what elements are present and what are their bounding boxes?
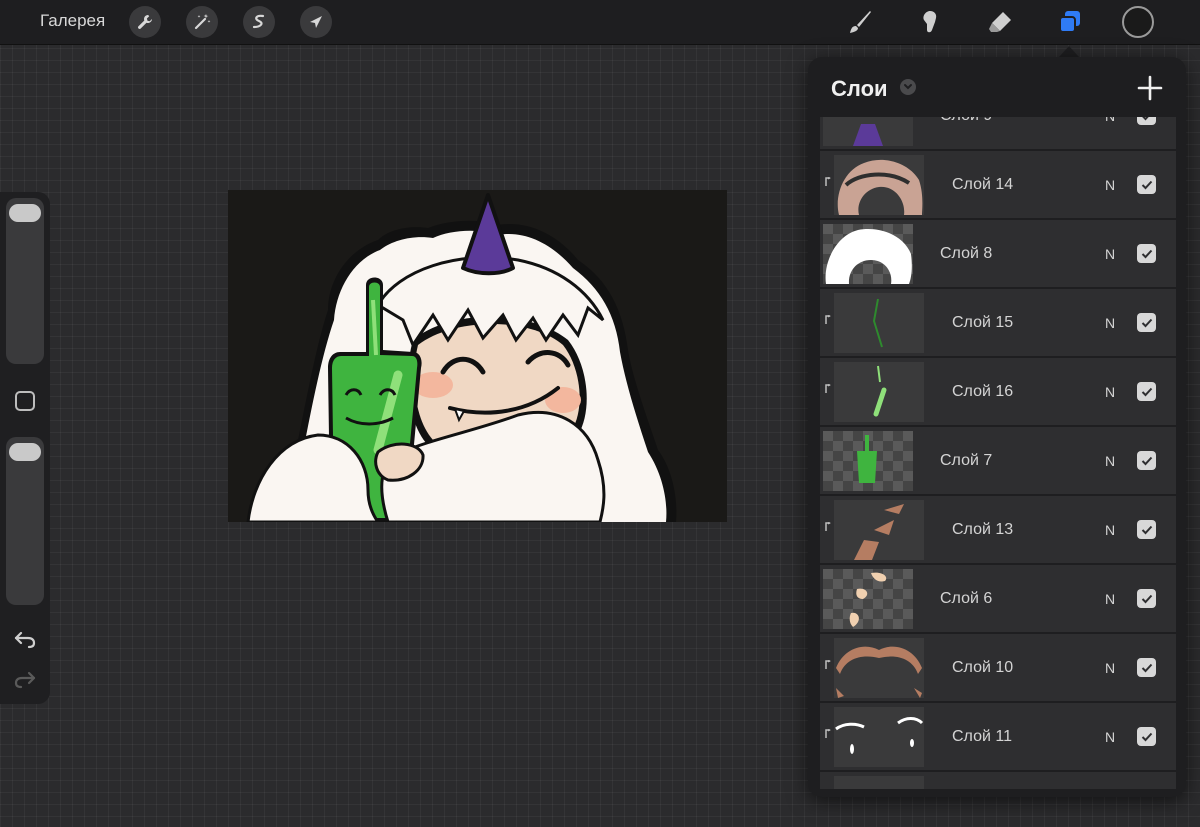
brush-size-slider[interactable] [6,198,44,364]
layer-row[interactable]: Слой 8 N [820,220,1176,288]
layer-blend-mode[interactable]: N [1105,522,1115,538]
layer-thumbnail [823,569,913,629]
brush-icon[interactable] [844,6,876,38]
layer-row[interactable]: Слой 11 N [820,703,1176,771]
smudge-icon[interactable] [914,6,946,38]
layer-visibility-checkbox[interactable] [1137,451,1156,470]
layer-row[interactable]: Слой 15 N [820,289,1176,357]
layers-panel: Слои Слой 9 N Слой 14 N [808,57,1186,797]
layer-name: Слой 13 [952,521,1014,538]
layer-row[interactable]: Слой 10 N [820,634,1176,702]
layer-thumbnail [834,155,924,215]
layers-panel-pointer [1059,46,1079,57]
layer-row[interactable]: Слой 14 N [820,151,1176,219]
wrench-icon[interactable] [129,6,161,38]
layer-visibility-checkbox[interactable] [1137,175,1156,194]
left-sidebar [0,192,50,704]
layer-blend-mode[interactable]: N [1105,315,1115,331]
undo-icon[interactable] [13,628,37,650]
plus-icon[interactable] [1137,75,1163,101]
layer-thumbnail [823,431,913,491]
layer-row[interactable]: Слой 6 N [820,565,1176,633]
layer-name: Слой 14 [952,176,1014,193]
layer-thumbnail [823,224,913,284]
top-toolbar: Галерея [0,0,1200,45]
layers-list[interactable]: Слой 9 N Слой 14 N Слой 8 N [820,117,1176,789]
clipping-mask-icon [825,660,831,669]
layer-visibility-checkbox[interactable] [1137,727,1156,746]
drawing-canvas[interactable] [228,190,727,522]
layer-thumbnail [834,293,924,353]
layer-thumbnail [834,776,924,789]
chevron-down-icon[interactable] [900,79,916,95]
layer-thumbnail [834,707,924,767]
layers-icon[interactable] [1054,6,1086,38]
clipping-mask-icon [825,315,831,324]
brush-size-knob[interactable] [9,204,41,222]
clipping-mask-icon [825,384,831,393]
layer-row[interactable]: Слой 16 N [820,358,1176,426]
layer-blend-mode[interactable]: N [1105,660,1115,676]
clipping-mask-icon [825,729,831,738]
gallery-button[interactable]: Галерея [40,11,105,31]
layer-name: Слой 15 [952,314,1014,331]
layer-name: Слой 9 [940,117,992,125]
layer-row[interactable]: Слой 13 N [820,496,1176,564]
layer-visibility-checkbox[interactable] [1137,313,1156,332]
magic-wand-icon[interactable] [186,6,218,38]
clipping-mask-icon [825,177,831,186]
layer-blend-mode[interactable]: N [1105,177,1115,193]
color-picker-swatch[interactable] [1122,6,1154,38]
layer-blend-mode[interactable]: N [1105,384,1115,400]
modify-square-icon[interactable] [15,391,35,411]
layer-name: Слой 11 [952,728,1012,745]
layer-visibility-checkbox[interactable] [1137,244,1156,263]
opacity-knob[interactable] [9,443,41,461]
clipping-mask-icon [825,522,831,531]
opacity-slider[interactable] [6,437,44,605]
layer-row[interactable] [820,772,1176,789]
layer-thumbnail [823,117,913,146]
layer-name: Слой 6 [940,590,993,607]
artwork-yeti-illustration [246,193,677,522]
redo-icon[interactable] [13,668,37,690]
layer-name: Слой 16 [952,383,1014,400]
layer-thumbnail [834,500,924,560]
layer-visibility-checkbox[interactable] [1137,589,1156,608]
layer-blend-mode[interactable]: N [1105,729,1115,745]
layer-visibility-checkbox[interactable] [1137,382,1156,401]
layer-name: Слой 8 [940,245,993,262]
layer-visibility-checkbox[interactable] [1137,520,1156,539]
layer-blend-mode[interactable]: N [1105,117,1115,124]
layer-thumbnail [834,362,924,422]
layer-thumbnail [834,638,924,698]
layer-name: Слой 10 [952,659,1014,676]
layer-row[interactable]: Слой 9 N [820,117,1176,150]
layer-visibility-checkbox[interactable] [1137,117,1156,125]
layer-visibility-checkbox[interactable] [1137,658,1156,677]
eraser-icon[interactable] [984,6,1016,38]
layers-panel-title: Слои [831,76,888,101]
layer-name: Слой 7 [940,452,993,469]
layer-row[interactable]: Слой 7 N [820,427,1176,495]
layer-blend-mode[interactable]: N [1105,246,1115,262]
layer-blend-mode[interactable]: N [1105,591,1115,607]
selection-icon[interactable] [243,6,275,38]
transform-arrow-icon[interactable] [300,6,332,38]
layer-blend-mode[interactable]: N [1105,453,1115,469]
